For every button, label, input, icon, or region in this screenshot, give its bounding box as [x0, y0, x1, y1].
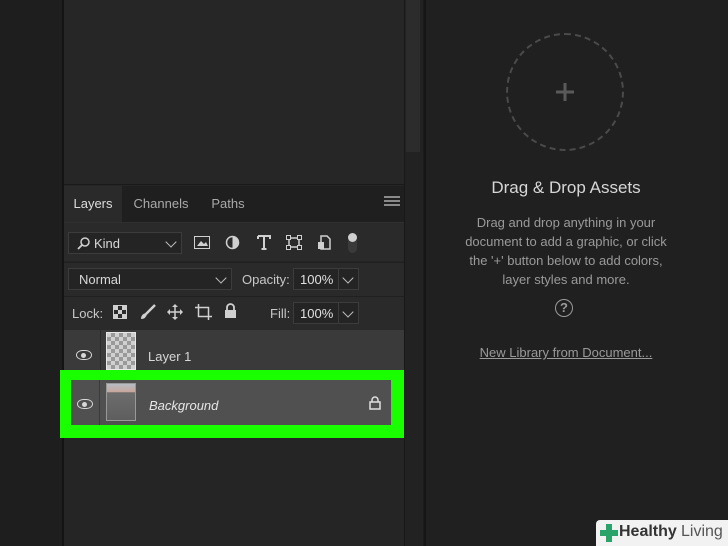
chevron-down-icon: [215, 272, 227, 284]
filter-kind-label: Kind: [94, 236, 121, 251]
fill-label: Fill:: [270, 306, 291, 321]
lock-icon[interactable]: [224, 303, 237, 319]
blend-mode-select[interactable]: Normal: [68, 268, 232, 290]
blend-row: Normal Opacity: 100%: [64, 262, 404, 296]
tab-layers[interactable]: Layers: [64, 186, 122, 222]
adjustment-layer-filter-icon[interactable]: [225, 235, 240, 250]
layer-row-layer-1[interactable]: Layer 1: [64, 330, 404, 372]
fill-field[interactable]: 100%: [293, 302, 359, 324]
library-title: Drag & Drop Assets: [491, 178, 641, 197]
shape-layer-filter-icon[interactable]: [286, 235, 302, 250]
healthy-living-logo-icon: [600, 524, 618, 542]
opacity-field[interactable]: 100%: [293, 268, 359, 290]
layer-thumbnail: [106, 332, 136, 370]
description-line: layer styles and more.: [502, 272, 630, 287]
layer-name[interactable]: Layer 1: [148, 349, 191, 364]
lock-label: Lock:: [72, 306, 104, 321]
visibility-eye-icon[interactable]: [76, 350, 92, 360]
blend-mode-value: Normal: [79, 272, 121, 287]
smart-object-filter-icon[interactable]: [317, 235, 332, 251]
panel-empty-area: [64, 0, 404, 185]
filter-row: Kind: [64, 223, 404, 261]
scrollbar-thumb[interactable]: [406, 0, 420, 152]
chevron-down-icon: [342, 272, 354, 284]
drop-zone-circle[interactable]: [506, 33, 624, 151]
layer-name[interactable]: Background: [149, 398, 218, 413]
watermark-text: Living: [681, 523, 723, 540]
description-line: Drag and drop anything in your: [476, 215, 656, 230]
visibility-eye-icon[interactable]: [77, 399, 93, 409]
filter-toggle-switch[interactable]: [348, 233, 357, 253]
filter-kind-select[interactable]: Kind: [68, 232, 182, 254]
opacity-label: Opacity:: [242, 272, 290, 287]
move-icon[interactable]: [167, 304, 183, 320]
pixel-layer-filter-icon[interactable]: [194, 236, 210, 249]
description-line: document to add a graphic, or click: [465, 234, 667, 249]
artboard-icon[interactable]: [195, 304, 212, 320]
panel-menu-icon[interactable]: [384, 196, 400, 210]
tool-strip: [0, 0, 64, 546]
watermark-text-bold: Healthy: [619, 523, 677, 540]
library-description: Drag and drop anything in your document …: [424, 213, 708, 289]
brush-icon[interactable]: [140, 304, 156, 320]
lock-icon: [369, 396, 381, 410]
new-library-link[interactable]: New Library from Document...: [424, 345, 708, 360]
tab-paths[interactable]: Paths: [200, 186, 256, 222]
layer-row-background[interactable]: Background: [71, 380, 391, 425]
lock-row: Lock: Fill: 100%: [64, 296, 404, 330]
opacity-value: 100%: [300, 272, 334, 287]
chevron-down-icon: [342, 306, 354, 318]
fill-value: 100%: [300, 306, 334, 321]
type-layer-filter-icon[interactable]: [257, 235, 271, 250]
panel-tab-bar: Layers Channels Paths: [64, 186, 404, 223]
chevron-down-icon: [165, 236, 177, 248]
lock-transparent-pixels-icon[interactable]: [113, 305, 127, 319]
help-icon[interactable]: ?: [555, 299, 573, 317]
tab-channels[interactable]: Channels: [124, 186, 198, 222]
watermark-badge: Healthy Living: [596, 520, 728, 546]
plus-icon[interactable]: [556, 83, 574, 101]
search-icon: [77, 237, 90, 250]
layer-thumbnail: [106, 383, 136, 421]
description-line: the '+' button below to add colors,: [469, 253, 663, 268]
